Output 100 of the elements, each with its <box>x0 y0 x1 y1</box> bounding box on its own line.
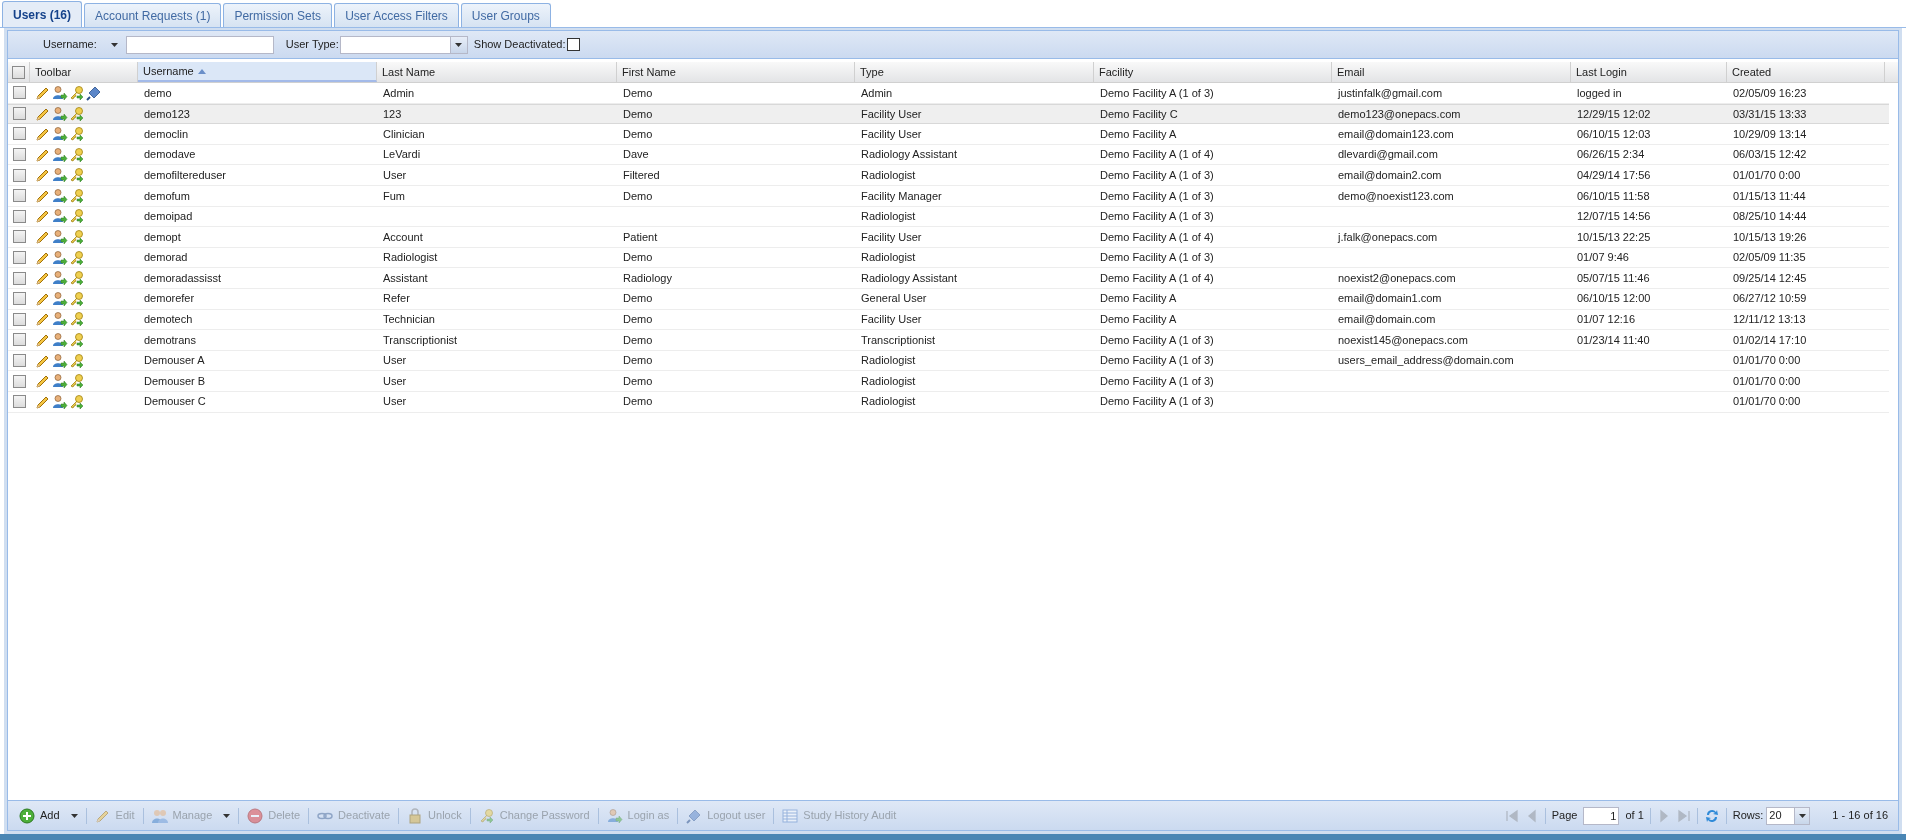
table-row[interactable]: demoradassisst Assistant Radiology Radiology Assistant Demo Facility A (1 of 4) noexist2@onepacs.com 05/07/15 11:46 09/25/14 12:45 <box>8 268 1889 289</box>
table-cell-text: 12/11/12 13:13 <box>1733 312 1806 328</box>
tab[interactable]: Account Requests (1) <box>84 3 222 27</box>
pencil-icon[interactable] <box>35 208 51 225</box>
checkbox[interactable] <box>12 230 26 244</box>
user-arrow-icon[interactable] <box>52 352 68 369</box>
user-arrow-icon[interactable] <box>52 187 68 204</box>
table-cell-text: Radiologist <box>861 167 916 183</box>
key-arrow-icon[interactable] <box>69 290 85 307</box>
user-arrow-icon[interactable] <box>52 105 68 122</box>
key-arrow-icon[interactable] <box>69 393 85 410</box>
user-arrow-icon[interactable] <box>52 290 68 307</box>
user-arrow-icon[interactable] <box>52 311 68 328</box>
checkbox[interactable] <box>12 251 26 265</box>
key-arrow-icon[interactable] <box>69 331 85 348</box>
username-field[interactable] <box>125 35 274 54</box>
key-arrow-icon[interactable] <box>69 84 85 101</box>
user-arrow-icon[interactable] <box>52 249 68 266</box>
table-cell-text: email@domain2.com <box>1338 167 1442 183</box>
key-arrow-icon[interactable] <box>69 208 85 225</box>
key-arrow-icon[interactable] <box>69 187 85 204</box>
key-arrow-icon[interactable] <box>69 352 85 369</box>
checkbox[interactable] <box>12 354 26 367</box>
checkbox[interactable] <box>12 86 26 100</box>
caret-icon[interactable] <box>1798 813 1806 818</box>
tab[interactable]: User Groups <box>460 3 551 27</box>
pencil-icon[interactable] <box>35 167 51 184</box>
tab[interactable]: Permission Sets <box>223 3 333 27</box>
table-cell-text: Admin <box>861 85 893 101</box>
checkbox[interactable] <box>12 127 26 141</box>
checkbox[interactable] <box>12 374 26 388</box>
checkbox[interactable] <box>12 65 25 79</box>
column-header[interactable]: Last Login <box>1571 62 1727 82</box>
key-arrow-icon[interactable] <box>69 373 85 390</box>
table-cell-text: demofiltereduser <box>144 167 226 183</box>
checkbox[interactable] <box>12 148 26 162</box>
checkbox[interactable] <box>12 107 26 121</box>
column-header[interactable]: Username <box>138 62 377 82</box>
page-field[interactable]: 1 <box>1583 806 1620 825</box>
user-arrow-icon[interactable] <box>52 126 68 142</box>
caret-icon[interactable] <box>70 813 78 818</box>
key-arrow-icon[interactable] <box>69 105 85 122</box>
key-arrow-icon[interactable] <box>69 311 85 328</box>
rows-select[interactable]: 20 <box>1766 806 1811 825</box>
user-arrow-icon[interactable] <box>52 84 68 101</box>
checkbox[interactable] <box>12 168 26 182</box>
user-arrow-icon[interactable] <box>52 146 68 163</box>
checkbox[interactable] <box>12 333 26 347</box>
caret-icon[interactable] <box>110 42 118 47</box>
column-header[interactable]: Last Name <box>377 62 617 82</box>
table-cell-text: Demo Facility A (1 of 4) <box>1100 229 1214 245</box>
toolbar-button[interactable]: Add <box>16 804 81 827</box>
table-row[interactable]: demo123 123 Demo Facility User Demo Facility C demo123@onepacs.com 12/29/15 12:02 03/31/15 13:33 <box>8 103 1889 125</box>
table-row[interactable]: demotech Technician Demo Facility User Demo Facility A email@domain.com 01/07 12:16 12/11/12 13:13 <box>8 309 1889 331</box>
checkbox[interactable] <box>12 312 26 326</box>
column-header[interactable]: First Name <box>617 62 855 82</box>
key-arrow-icon[interactable] <box>69 270 85 287</box>
user-arrow-icon[interactable] <box>52 331 68 348</box>
tab[interactable]: Users (16) <box>2 1 83 27</box>
key-arrow-icon[interactable] <box>69 126 85 142</box>
checkbox[interactable] <box>12 292 26 306</box>
tab[interactable]: User Access Filters <box>334 3 459 27</box>
checkbox[interactable] <box>12 209 26 223</box>
key-arrow-icon[interactable] <box>69 167 85 184</box>
key-arrow-icon[interactable] <box>69 146 85 163</box>
column-header[interactable]: Created <box>1727 62 1885 82</box>
refresh-icon[interactable] <box>1703 807 1720 824</box>
table-row[interactable]: demo Admin Demo Admin Demo Facility A (1 of 3) justinfalk@gmail.com logged in 02/05/09 16:23 <box>8 83 1889 104</box>
pencil-icon[interactable] <box>35 373 51 390</box>
checkbox[interactable] <box>12 189 26 203</box>
table-row[interactable]: demoipad Radiologist Demo Facility A (1 of 3) 12/07/15 14:56 08/25/10 14:44 <box>8 206 1889 228</box>
user-arrow-icon[interactable] <box>52 167 68 184</box>
user-arrow-icon[interactable] <box>52 270 68 287</box>
checkbox[interactable] <box>12 271 26 285</box>
table-row[interactable]: democlin Clinician Demo Facility User Demo Facility A email@domain123.com 06/10/15 12:03 10/29/09 13:14 <box>8 124 1889 145</box>
user-arrow-icon[interactable] <box>52 208 68 225</box>
table-cell-text: Facility User <box>861 229 922 245</box>
user-arrow-icon[interactable] <box>52 228 68 245</box>
pencil-icon[interactable] <box>35 270 51 287</box>
table-cell-text: Radiology Assistant <box>861 270 957 286</box>
caret-icon[interactable] <box>455 42 463 47</box>
table-cell-text: 06/10/15 12:03 <box>1577 126 1651 142</box>
key-arrow-icon[interactable] <box>69 228 85 245</box>
table-cell-text: Demo Facility A (1 of 3) <box>1100 250 1214 266</box>
key-arrow-icon[interactable] <box>69 249 85 266</box>
show-deactivated-checkbox[interactable] <box>566 38 580 51</box>
user-arrow-icon[interactable] <box>52 393 68 410</box>
table-cell-text: 01/01/70 0:00 <box>1733 373 1801 389</box>
table-row[interactable]: demofiltereduser User Filtered Radiologist Demo Facility A (1 of 3) email@domain2.com 04/29/14 17:56 01/01/70 0:00 <box>8 165 1889 186</box>
column-header[interactable]: Type <box>855 62 1094 82</box>
table-row[interactable]: Demouser B User Demo Radiologist Demo Facility A (1 of 3) 01/01/70 0:00 <box>8 371 1889 392</box>
table-cell-text: 01/02/14 17:10 <box>1733 332 1807 348</box>
column-header[interactable]: Email <box>1332 62 1571 82</box>
user-arrow-icon[interactable] <box>52 373 68 390</box>
pencil-icon[interactable] <box>35 126 51 142</box>
table-row[interactable]: demotrans Transcriptionist Demo Transcriptionist Demo Facility A (1 of 3) noexist145@onepacs.com 01/23/14 11:40 01/02/14 17:10 <box>8 330 1889 351</box>
pencil-icon[interactable] <box>35 311 51 328</box>
column-header[interactable]: Facility <box>1094 62 1332 82</box>
table-row[interactable]: demopt Account Patient Facility User Demo Facility A (1 of 4) j.falk@onepacs.com 10/15/13 22:25 10/15/13 19:26 <box>8 227 1889 248</box>
checkbox[interactable] <box>12 395 26 409</box>
